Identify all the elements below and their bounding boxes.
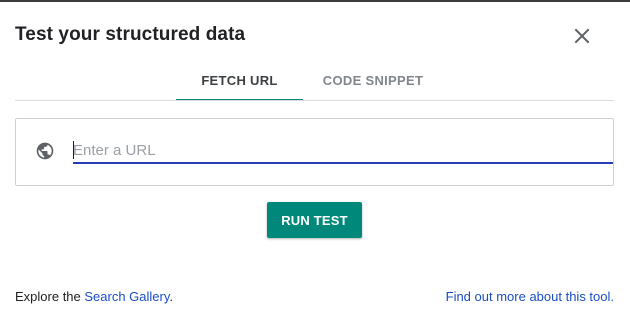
close-icon [574, 28, 590, 44]
globe-icon [36, 142, 54, 160]
explore-suffix: . [169, 289, 174, 304]
url-input-panel [15, 118, 614, 186]
tab-fetch-url[interactable]: FETCH URL [176, 60, 303, 101]
tab-code-snippet[interactable]: CODE SNIPPET [303, 60, 443, 101]
url-input[interactable] [73, 139, 613, 164]
run-test-button[interactable]: RUN TEST [267, 202, 362, 238]
dialog-title: Test your structured data [15, 24, 246, 45]
search-gallery-link[interactable]: Search Gallery [84, 289, 169, 304]
find-out-more-container: Find out more about this tool. [446, 289, 614, 304]
explore-prefix: Explore the [15, 289, 85, 304]
close-button[interactable] [570, 24, 594, 48]
tab-bar: FETCH URL CODE SNIPPET [176, 60, 443, 101]
text-caret [73, 141, 74, 159]
structured-data-test-dialog: Test your structured data FETCH URL CODE… [0, 0, 630, 322]
tabs-divider [15, 100, 614, 101]
explore-gallery-text: Explore the Search Gallery. [15, 289, 173, 304]
find-out-more-link[interactable]: Find out more about this tool. [446, 289, 614, 304]
